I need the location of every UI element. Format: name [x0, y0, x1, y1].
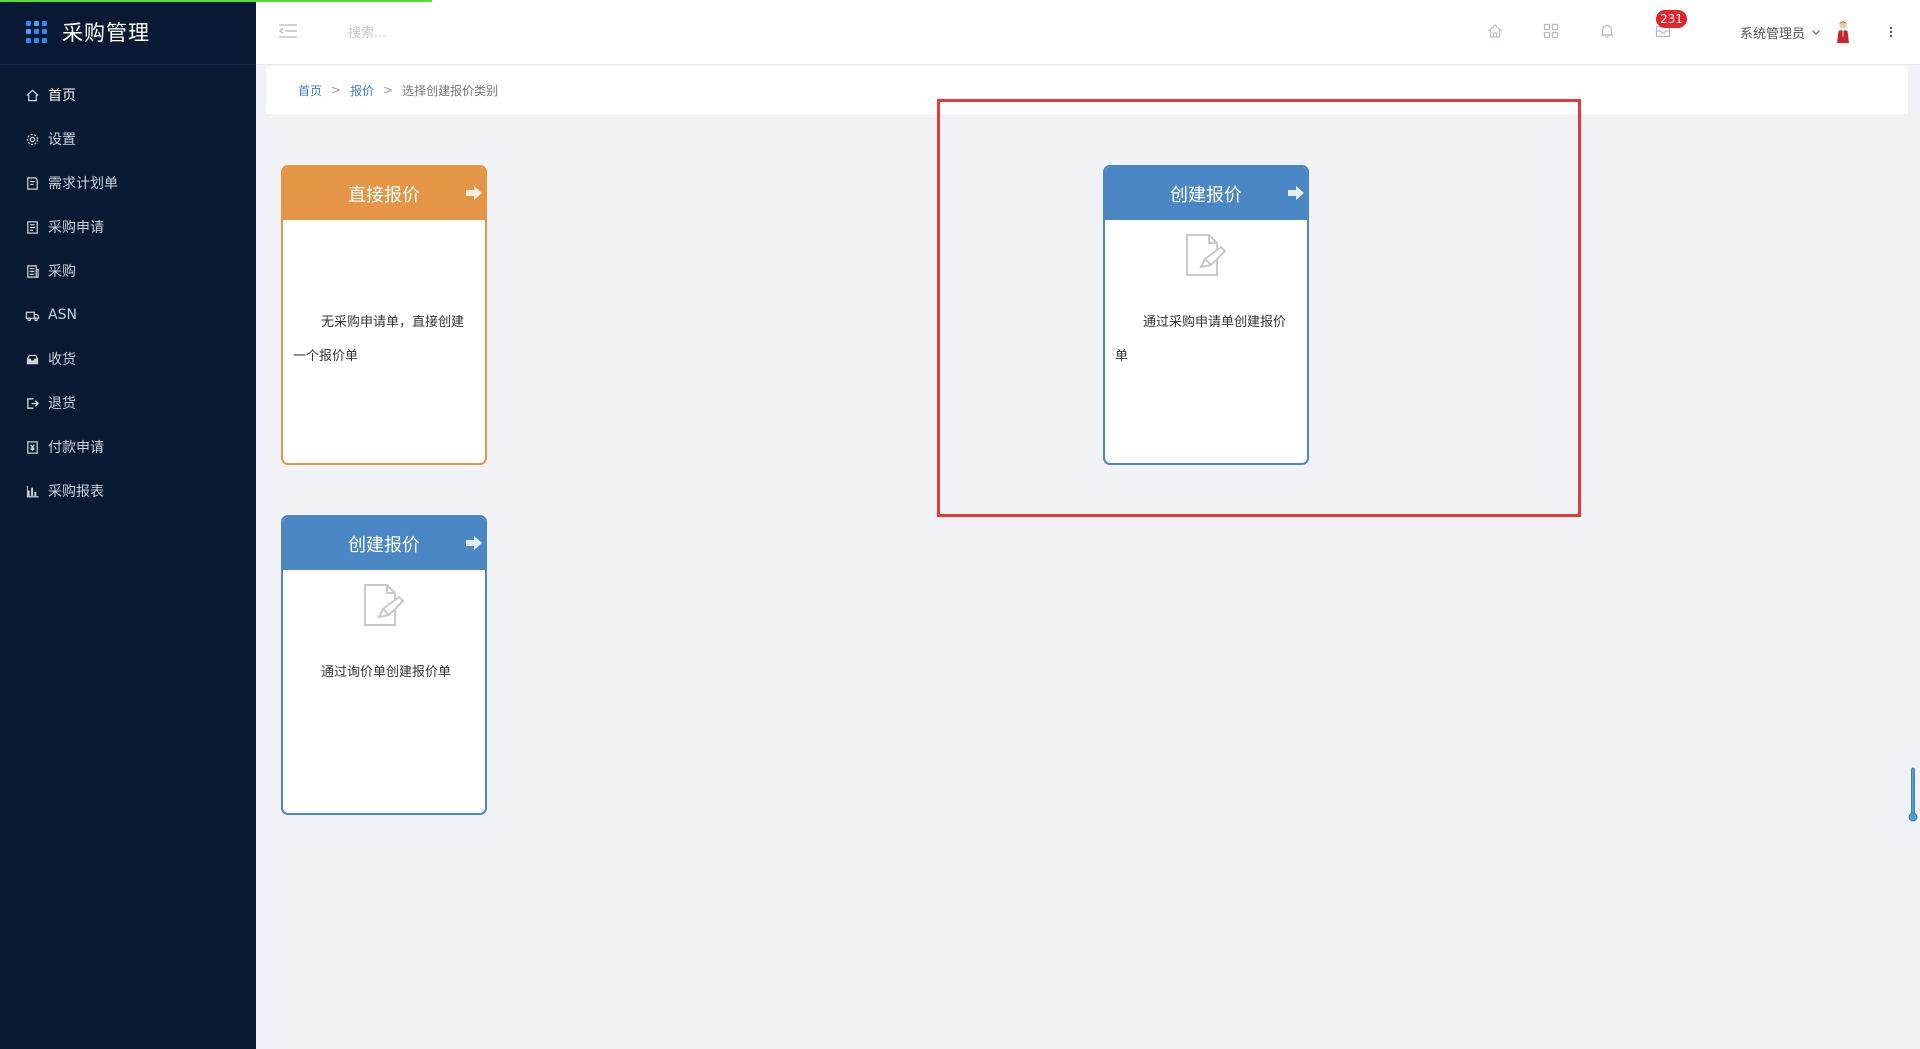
sidebar-item-label: 需求计划单: [48, 176, 118, 192]
breadcrumb-home-link[interactable]: 首页: [298, 82, 322, 99]
more-options-icon[interactable]: [1886, 22, 1896, 42]
note-icon: [24, 175, 40, 191]
list-icon: [24, 263, 40, 279]
sidebar-item-receiving[interactable]: 收货: [0, 337, 256, 381]
user-name: 系统管理员: [1740, 26, 1806, 42]
sidebar-item-return[interactable]: 退货: [0, 381, 256, 425]
direct-quote-card[interactable]: 直接报价 无采购申请单，直接创建一个报价单: [281, 165, 487, 465]
sidebar-item-label: 采购报表: [48, 484, 104, 500]
top-header: 231 系统管理员: [256, 0, 1920, 65]
sidebar-item-home[interactable]: 首页: [0, 73, 256, 117]
breadcrumb-quote-link[interactable]: 报价: [350, 82, 374, 99]
user-menu[interactable]: 系统管理员: [1740, 0, 1853, 64]
inbox-icon: [24, 351, 40, 367]
sidebar-item-label: 首页: [48, 88, 76, 104]
card-description: 通过询价单创建报价单: [321, 665, 452, 680]
sidebar-item-asn[interactable]: ASN: [0, 293, 256, 337]
create-quote-from-inquiry-card[interactable]: 创建报价 通过询价单创建报价单: [281, 515, 487, 815]
avatar: [1837, 21, 1850, 43]
highlight-box: [937, 99, 1581, 517]
bar-chart-icon: [24, 483, 40, 499]
chevron-down-icon: [1812, 30, 1820, 35]
gear-icon: [24, 131, 40, 147]
payment-icon: [24, 439, 40, 455]
breadcrumb-current: 选择创建报价类别: [402, 83, 499, 98]
sidebar-menu: 首页 设置 需求计划单 采购申请 采购 ASN 收货 退货 付款申请 采购报表: [0, 65, 256, 513]
brand[interactable]: 采购管理: [0, 0, 256, 65]
apps-grid-icon[interactable]: [1540, 20, 1562, 42]
truck-icon: [24, 307, 40, 323]
breadcrumb-separator: >: [331, 83, 342, 97]
card-description: 无采购申请单，直接创建一个报价单: [293, 315, 465, 364]
sidebar-item-label: 采购: [48, 264, 76, 280]
sidebar-item-purchase-report[interactable]: 采购报表: [0, 469, 256, 513]
document-edit-icon: [364, 584, 405, 626]
home-icon[interactable]: [1484, 20, 1506, 42]
sidebar-item-label: ASN: [48, 307, 77, 323]
card-title: 创建报价: [348, 534, 420, 556]
scroll-indicator[interactable]: [1908, 767, 1918, 823]
card-title: 直接报价: [348, 184, 420, 206]
sidebar: 采购管理 首页 设置 需求计划单 采购申请 采购 ASN 收货 退货 付款申请 …: [0, 0, 256, 1049]
app-grid-icon: [26, 21, 48, 43]
sidebar-item-label: 设置: [48, 132, 76, 148]
loading-progress-bar: [0, 0, 432, 2]
card-header: 直接报价: [283, 167, 485, 220]
menu-toggle-icon[interactable]: [278, 22, 298, 40]
sidebar-item-label: 采购申请: [48, 220, 104, 236]
sidebar-item-purchase-request[interactable]: 采购申请: [0, 205, 256, 249]
exit-icon: [24, 395, 40, 411]
breadcrumb-separator: >: [383, 83, 394, 97]
bell-icon[interactable]: [1596, 20, 1618, 42]
sidebar-item-label: 退货: [48, 396, 76, 412]
card-header: 创建报价: [283, 517, 485, 570]
search-input[interactable]: [346, 18, 610, 48]
arrow-right-icon: [466, 186, 482, 200]
sidebar-item-label: 付款申请: [48, 440, 104, 456]
sidebar-item-settings[interactable]: 设置: [0, 117, 256, 161]
app-title: 采购管理: [62, 21, 150, 45]
notification-badge: 231: [1656, 10, 1687, 28]
home-icon: [24, 87, 40, 103]
sidebar-item-payment-request[interactable]: 付款申请: [0, 425, 256, 469]
sidebar-item-demand-plan[interactable]: 需求计划单: [0, 161, 256, 205]
sidebar-item-label: 收货: [48, 352, 76, 368]
arrow-right-icon: [466, 536, 482, 550]
sidebar-item-purchase[interactable]: 采购: [0, 249, 256, 293]
form-icon: [24, 219, 40, 235]
